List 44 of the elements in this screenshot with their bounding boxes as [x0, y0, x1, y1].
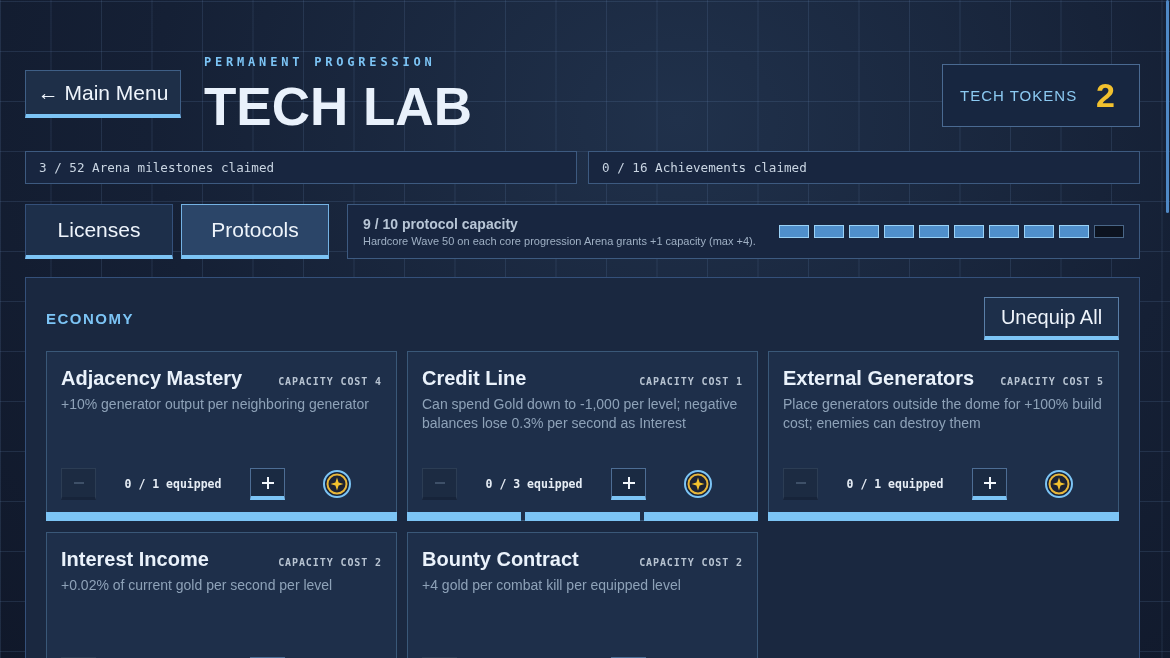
- tokens-label: TECH TOKENS: [960, 86, 1078, 104]
- card-description: +10% generator output per neighboring generator: [61, 395, 370, 414]
- scrollbar-thumb[interactable]: [1166, 0, 1169, 213]
- increase-button[interactable]: [250, 468, 285, 500]
- card-title: Bounty Contract: [422, 547, 579, 571]
- tab[interactable]: Protocols: [181, 204, 329, 259]
- capacity-cost: CAPACITY COST 2: [278, 557, 382, 568]
- plus-icon: [261, 476, 274, 489]
- equipped-count: 0 / 1 equipped: [845, 477, 945, 491]
- card-title: External Generators: [783, 366, 975, 390]
- capacity-title: 9 / 10 protocol capacity: [363, 216, 519, 232]
- back-button[interactable]: ← Main Menu: [25, 70, 181, 118]
- equipped-count: 0 / 3 equipped: [484, 477, 584, 491]
- minus-icon: [434, 482, 445, 484]
- card-title: Adjacency Mastery: [61, 366, 243, 390]
- page-eyebrow: PERMANENT PROGRESSION: [204, 53, 437, 70]
- minus-icon: [795, 482, 806, 484]
- card-title: Interest Income: [61, 547, 209, 571]
- minus-icon: [73, 482, 84, 484]
- page-title: TECH LAB: [204, 78, 472, 135]
- card-title: Credit Line: [422, 366, 527, 390]
- progress-summary: 0 / 16 Achievements claimed: [588, 151, 1140, 184]
- capacity-note: Hardcore Wave 50 on each core progression Arena grants +1 capacity (max +4).: [363, 235, 756, 247]
- tab[interactable]: Licenses: [25, 204, 173, 259]
- plus-icon: [622, 476, 635, 489]
- card-description: Can spend Gold down to -1,000 per level; negative balances lose 0.3% per second as Interest: [422, 395, 739, 433]
- star-badge-icon: [1045, 470, 1073, 498]
- star-badge-icon: [323, 470, 351, 498]
- card-description: +4 gold per combat kill per equipped level: [422, 576, 682, 595]
- plus-icon: [983, 476, 996, 489]
- capacity-cost: CAPACITY COST 4: [278, 376, 382, 387]
- capacity-cost: CAPACITY COST 1: [639, 376, 743, 387]
- increase-button[interactable]: [611, 468, 646, 500]
- capacity-cost: CAPACITY COST 5: [1000, 376, 1104, 387]
- section-title: ECONOMY: [46, 310, 134, 327]
- increase-button[interactable]: [972, 468, 1007, 500]
- tokens-count: 2: [1096, 75, 1115, 115]
- progress-summary: 3 / 52 Arena milestones claimed: [25, 151, 577, 184]
- card-description: Place generators outside the dome for +100% build cost; enemies can destroy them: [783, 395, 1103, 433]
- unequip-all-button[interactable]: Unequip All: [984, 297, 1119, 340]
- star-badge-icon: [684, 470, 712, 498]
- equipped-count: 0 / 1 equipped: [123, 477, 223, 491]
- capacity-cost: CAPACITY COST 2: [639, 557, 743, 568]
- card-description: +0.02% of current gold per second per level: [61, 576, 334, 595]
